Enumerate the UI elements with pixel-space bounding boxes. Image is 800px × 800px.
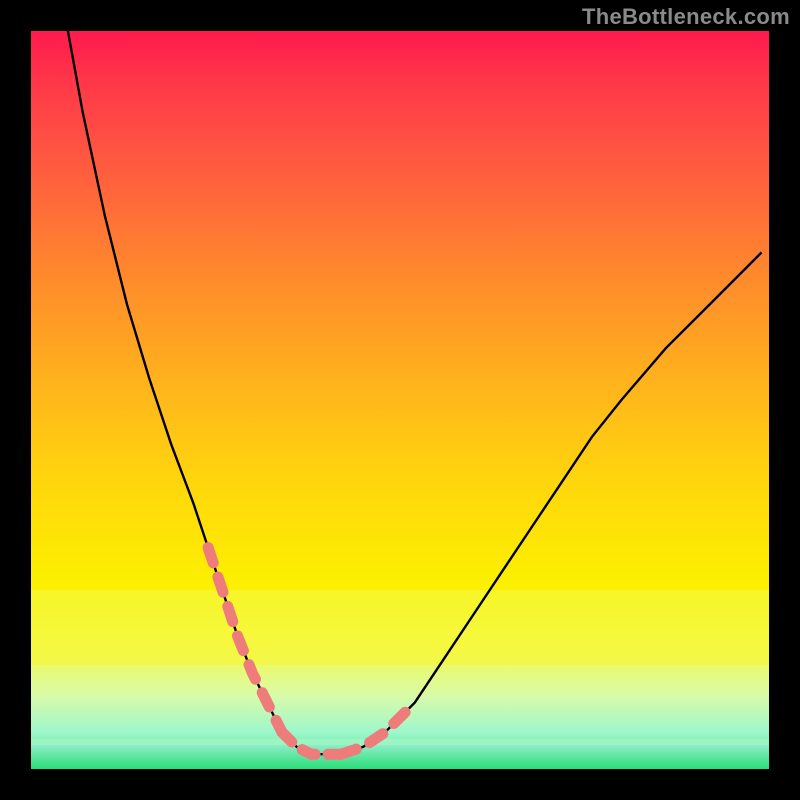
dashed-segment-left <box>208 548 282 733</box>
dashed-segment-right <box>341 703 415 755</box>
dashed-segment-valley <box>282 732 341 754</box>
bottleneck-curve <box>68 31 762 754</box>
chart-plot-area <box>31 31 769 769</box>
chart-frame: TheBottleneck.com <box>0 0 800 800</box>
curve-layer <box>31 31 769 769</box>
watermark-text: TheBottleneck.com <box>582 4 790 30</box>
